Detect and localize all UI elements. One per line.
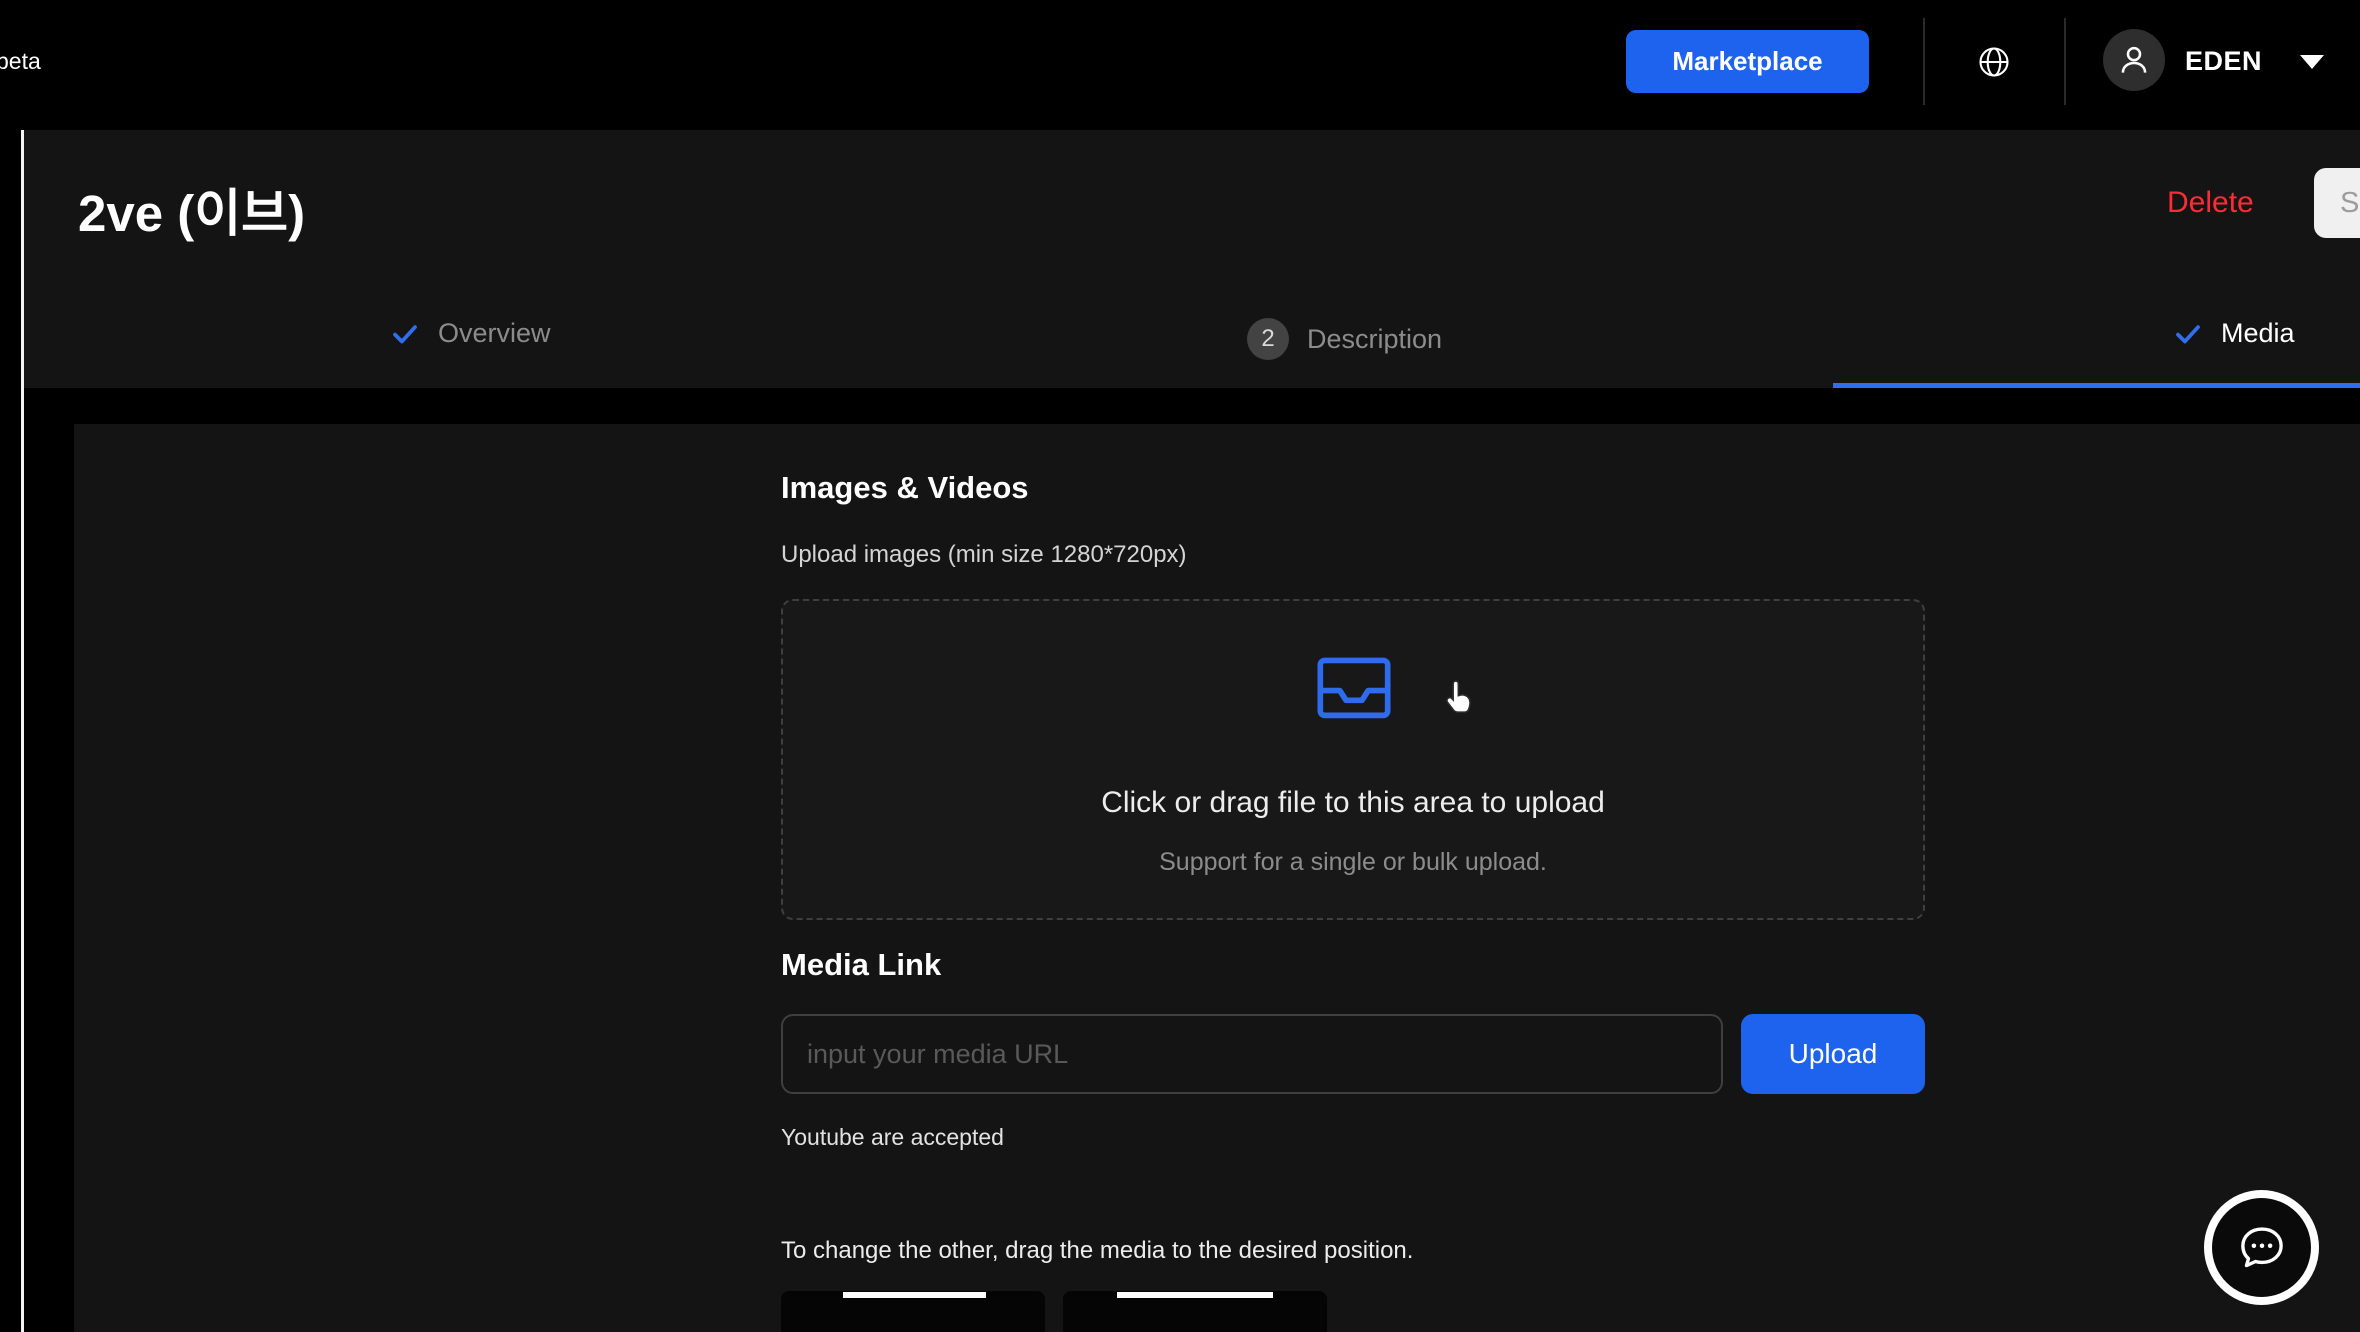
step-number-badge: 2 xyxy=(1247,318,1289,360)
marketplace-button[interactable]: Marketplace xyxy=(1626,30,1869,93)
media-thumbnail-highlight xyxy=(843,1292,986,1298)
delete-button[interactable]: Delete xyxy=(2167,186,2254,220)
topbar-divider xyxy=(1923,18,1925,105)
check-icon xyxy=(2173,319,2203,349)
topbar-divider xyxy=(2064,18,2066,105)
upload-size-hint: Upload images (min size 1280*720px) xyxy=(781,541,1187,569)
tab-description-label: Description xyxy=(1307,324,1442,355)
globe-language-icon[interactable] xyxy=(1976,44,2012,80)
tab-media[interactable]: Media xyxy=(2173,318,2295,349)
images-videos-heading: Images & Videos xyxy=(781,470,1029,506)
reorder-instruction: To change the other, drag the media to t… xyxy=(781,1237,1413,1265)
chevron-down-icon[interactable] xyxy=(2300,55,2324,69)
chat-bubble-icon xyxy=(2235,1221,2289,1275)
save-button[interactable]: S xyxy=(2314,168,2360,238)
user-name[interactable]: EDEN xyxy=(2185,46,2262,77)
inbox-upload-icon xyxy=(1311,648,1397,726)
upload-button[interactable]: Upload xyxy=(1741,1014,1925,1094)
tab-overview[interactable]: Overview xyxy=(390,318,551,349)
media-thumbnail-highlight xyxy=(1117,1292,1273,1298)
active-tab-underline xyxy=(1833,383,2360,388)
page-header xyxy=(24,130,2360,388)
tab-media-label: Media xyxy=(2221,318,2295,349)
dropzone-title: Click or drag file to this area to uploa… xyxy=(781,786,1925,820)
media-link-heading: Media Link xyxy=(781,947,941,983)
tab-description[interactable]: 2 Description xyxy=(1247,318,1442,360)
avatar[interactable] xyxy=(2103,29,2165,91)
brand-logo-fragment[interactable]: beta xyxy=(0,48,41,75)
youtube-accepted-note: Youtube are accepted xyxy=(781,1124,1004,1151)
media-url-input[interactable] xyxy=(781,1014,1723,1094)
tab-overview-label: Overview xyxy=(438,318,551,349)
check-icon xyxy=(390,319,420,349)
topbar: beta Marketplace EDEN xyxy=(0,0,2360,123)
chat-widget-button[interactable] xyxy=(2212,1198,2311,1297)
page-title: 2ve (이브) xyxy=(78,172,305,246)
user-icon xyxy=(2115,41,2153,79)
dropzone-subtitle: Support for a single or bulk upload. xyxy=(781,848,1925,877)
